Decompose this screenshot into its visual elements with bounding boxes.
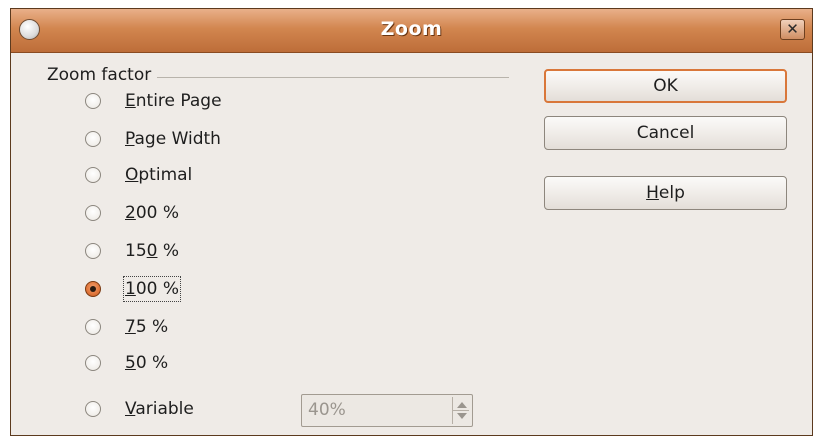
help-mnemonic: H xyxy=(646,183,659,203)
ok-button[interactable]: OK xyxy=(544,69,787,103)
spin-arrows[interactable] xyxy=(452,397,470,424)
radio-label: 50 % xyxy=(125,353,169,373)
radio-button[interactable] xyxy=(85,319,101,335)
zoom-dialog: Zoom ✕ Zoom factor Entire Page Page Widt… xyxy=(10,8,813,436)
spin-divider xyxy=(453,410,469,411)
radio-button[interactable] xyxy=(85,243,101,259)
radio-button[interactable] xyxy=(85,131,101,147)
radio-button[interactable] xyxy=(85,205,101,221)
radio-button[interactable] xyxy=(85,167,101,183)
title-bar[interactable]: Zoom ✕ xyxy=(11,9,812,53)
cancel-button[interactable]: Cancel xyxy=(544,116,787,150)
variable-zoom-value: 40% xyxy=(308,400,346,420)
radio-button[interactable] xyxy=(85,93,101,109)
radio-label: 100 % xyxy=(122,276,182,302)
dialog-title: Zoom xyxy=(380,18,443,40)
radio-label: Variable xyxy=(125,399,194,419)
radio-label: Optimal xyxy=(125,165,193,185)
help-label: elp xyxy=(658,183,685,203)
zoom-factor-label: Zoom factor xyxy=(47,65,158,85)
radio-label: Entire Page xyxy=(125,91,222,111)
variable-zoom-spinbox[interactable]: 40% xyxy=(301,394,473,427)
radio-dot xyxy=(90,286,96,292)
help-button[interactable]: Help xyxy=(544,176,787,210)
close-icon: ✕ xyxy=(786,20,799,38)
radio-label: 150 % xyxy=(125,241,180,261)
radio-button[interactable] xyxy=(85,401,101,417)
radio-label: 75 % xyxy=(125,317,169,337)
spin-down-icon[interactable] xyxy=(457,413,467,419)
radio-label: Page Width xyxy=(125,129,221,149)
close-button[interactable]: ✕ xyxy=(780,19,805,40)
radio-button[interactable] xyxy=(85,355,101,371)
radio-button-selected[interactable] xyxy=(85,281,101,297)
radio-label: 200 % xyxy=(125,203,180,223)
spin-up-icon[interactable] xyxy=(457,402,467,408)
